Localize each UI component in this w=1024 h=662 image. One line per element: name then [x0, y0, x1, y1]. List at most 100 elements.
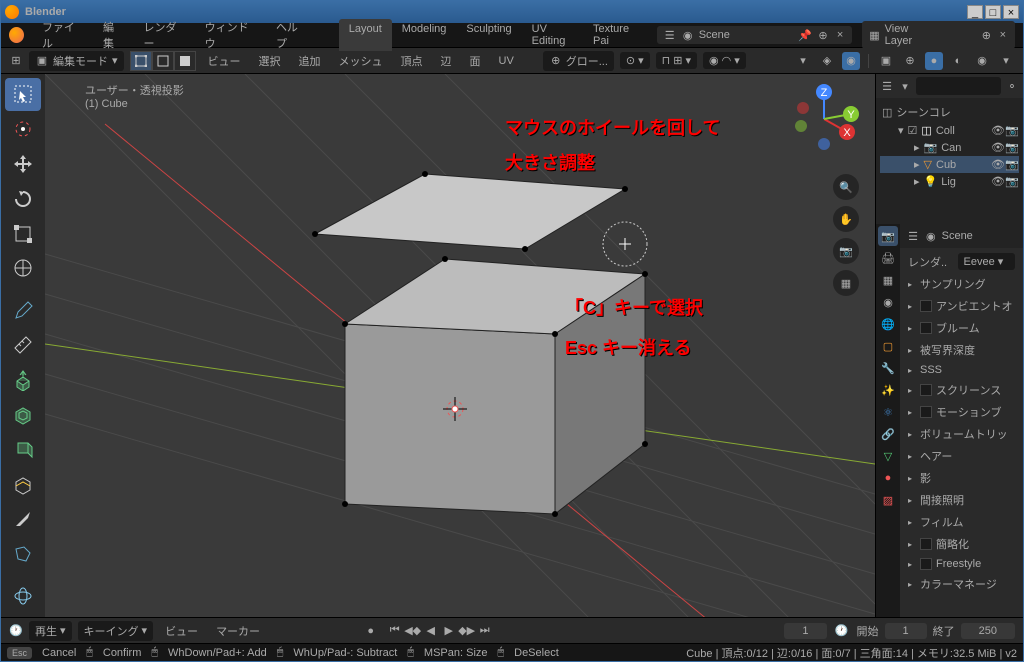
uv-menu[interactable]: UV	[493, 52, 520, 70]
dof-panel[interactable]: ▸被写界深度	[900, 339, 1023, 361]
gizmo-toggle[interactable]: ◈	[818, 52, 836, 70]
select-box-tool[interactable]	[5, 78, 41, 111]
vertex-select-mode[interactable]	[130, 51, 152, 71]
physics-tab[interactable]: ⚛	[878, 402, 898, 422]
output-tab[interactable]: 🖨	[878, 248, 898, 268]
outliner-light[interactable]: ▸ 💡 Lig 👁📷	[880, 173, 1019, 190]
freestyle-panel[interactable]: ▸Freestyle	[900, 555, 1023, 573]
blender-logo-icon[interactable]	[9, 27, 24, 43]
constraints-tab[interactable]: 🔗	[878, 424, 898, 444]
delete-scene-button[interactable]: ×	[834, 29, 846, 41]
add-menu[interactable]: 追加	[293, 50, 327, 72]
disclosure-icon[interactable]: ▸	[914, 158, 920, 171]
workspace-tab-sculpting[interactable]: Sculpting	[456, 19, 521, 51]
motionblur-panel[interactable]: ▸モーションブ	[900, 401, 1023, 423]
bloom-panel[interactable]: ▸ブルーム	[900, 317, 1023, 339]
shadow-panel[interactable]: ▸影	[900, 467, 1023, 489]
wireframe-shading[interactable]: ⊕	[901, 52, 919, 70]
checkbox[interactable]	[920, 538, 932, 550]
navigation-gizmo[interactable]: Z X Y	[789, 84, 859, 154]
editor-icon[interactable]: ☰	[906, 229, 920, 243]
checkbox[interactable]	[920, 406, 932, 418]
render-icon[interactable]: 📷	[1005, 124, 1017, 137]
workspace-tab-uv[interactable]: UV Editing	[522, 19, 583, 51]
snap-dropdown[interactable]: ⊓⊞▾	[656, 52, 697, 69]
modifier-tab[interactable]: 🔧	[878, 358, 898, 378]
loop-cut-tool[interactable]	[5, 468, 41, 501]
scene-tab[interactable]: ◉	[878, 292, 898, 312]
select-menu[interactable]: 選択	[253, 50, 287, 72]
poly-build-tool[interactable]	[5, 538, 41, 571]
render-engine-dropdown[interactable]: Eevee▾	[958, 253, 1016, 270]
outliner-scene-collection[interactable]: ◫ シーンコレ	[880, 102, 1019, 122]
particles-tab[interactable]: ✨	[878, 380, 898, 400]
autokey-button[interactable]: ●	[362, 622, 380, 640]
sss-panel[interactable]: ▸SSS	[900, 361, 1023, 379]
render-menu[interactable]: レンダー	[136, 16, 193, 54]
editor-type-icon[interactable]: ⊞	[9, 54, 23, 68]
checkbox[interactable]	[920, 384, 932, 396]
close-button[interactable]: ×	[1003, 5, 1019, 19]
scale-tool[interactable]	[5, 217, 41, 250]
delete-layer-button[interactable]: ×	[997, 29, 1009, 41]
checkbox[interactable]	[920, 322, 932, 334]
new-layer-icon[interactable]: ⊕	[980, 28, 992, 42]
maximize-button[interactable]: □	[985, 5, 1001, 19]
perspective-toggle[interactable]: ▦	[833, 270, 859, 296]
workspace-tab-texture[interactable]: Texture Pai	[583, 19, 647, 51]
screenspace-panel[interactable]: ▸スクリーンス	[900, 379, 1023, 401]
xray-toggle[interactable]: ▣	[877, 52, 895, 70]
outliner-collection[interactable]: ▾ ☑ ◫ Coll 👁📷	[880, 122, 1019, 139]
rotate-tool[interactable]	[5, 182, 41, 215]
outliner-camera[interactable]: ▸ 📷 Can 👁📷	[880, 139, 1019, 156]
measure-tool[interactable]	[5, 329, 41, 362]
outliner-search[interactable]	[916, 77, 1001, 95]
3d-viewport[interactable]: ユーザー・透視投影 (1) Cube Z X Y 🔍 ✋ 📷 ▦ マウスのホイー…	[45, 74, 875, 617]
workspace-tab-modeling[interactable]: Modeling	[392, 19, 457, 51]
face-menu[interactable]: 面	[464, 50, 487, 72]
disclosure-icon[interactable]: ▾	[898, 124, 904, 137]
pivot-dropdown[interactable]: ⊙▾	[620, 52, 650, 69]
inset-tool[interactable]	[5, 399, 41, 432]
film-panel[interactable]: ▸フィルム	[900, 511, 1023, 533]
solid-shading[interactable]: ●	[925, 52, 943, 70]
play-reverse-button[interactable]: ◀	[422, 622, 440, 640]
next-keyframe-button[interactable]: ◆▶	[458, 622, 476, 640]
spin-tool[interactable]	[5, 580, 41, 613]
viewlayer-selector[interactable]: ▦ View Layer ⊕ ×	[862, 21, 1015, 49]
texture-tab[interactable]: ▨	[878, 490, 898, 510]
disclosure-icon[interactable]: ▸	[914, 175, 920, 188]
prev-keyframe-button[interactable]: ◀◆	[404, 622, 422, 640]
checkbox[interactable]	[920, 558, 932, 570]
hair-panel[interactable]: ▸ヘアー	[900, 445, 1023, 467]
disclosure-icon[interactable]: ▸	[914, 141, 920, 154]
edge-select-mode[interactable]	[152, 51, 174, 71]
shading-options[interactable]: ▾	[997, 52, 1015, 70]
render-icon[interactable]: 📷	[1005, 141, 1017, 154]
checkbox[interactable]	[920, 300, 932, 312]
transform-tool[interactable]	[5, 252, 41, 285]
rendered-shading[interactable]: ◉	[973, 52, 991, 70]
sampling-panel[interactable]: ▸サンプリング	[900, 273, 1023, 295]
preview-range-button[interactable]: 🕐	[833, 622, 851, 640]
end-frame[interactable]: 250	[961, 623, 1015, 639]
new-scene-icon[interactable]: ⊕	[816, 28, 830, 42]
indirect-panel[interactable]: ▸間接照明	[900, 489, 1023, 511]
material-shading[interactable]: ◐	[949, 52, 967, 70]
pin-icon[interactable]: 📌	[798, 28, 812, 42]
annotate-tool[interactable]	[5, 294, 41, 327]
pan-button[interactable]: ✋	[833, 206, 859, 232]
render-icon[interactable]: 📷	[1005, 158, 1017, 171]
overlays-toggle[interactable]: ◉	[842, 52, 860, 70]
timeline-view-menu[interactable]: ビュー	[159, 620, 204, 642]
play-button[interactable]: ▶	[440, 622, 458, 640]
move-tool[interactable]	[5, 148, 41, 181]
world-tab[interactable]: 🌐	[878, 314, 898, 334]
render-icon[interactable]: 📷	[1005, 175, 1017, 188]
visibility-icon[interactable]: 👁	[991, 141, 1003, 154]
playback-menu[interactable]: 再生▾	[29, 621, 72, 641]
current-frame[interactable]: 1	[784, 623, 826, 639]
view-menu[interactable]: ビュー	[202, 50, 247, 72]
viewlayer-tab[interactable]: ▦	[878, 270, 898, 290]
volumetrics-panel[interactable]: ▸ボリュームトリッ	[900, 423, 1023, 445]
